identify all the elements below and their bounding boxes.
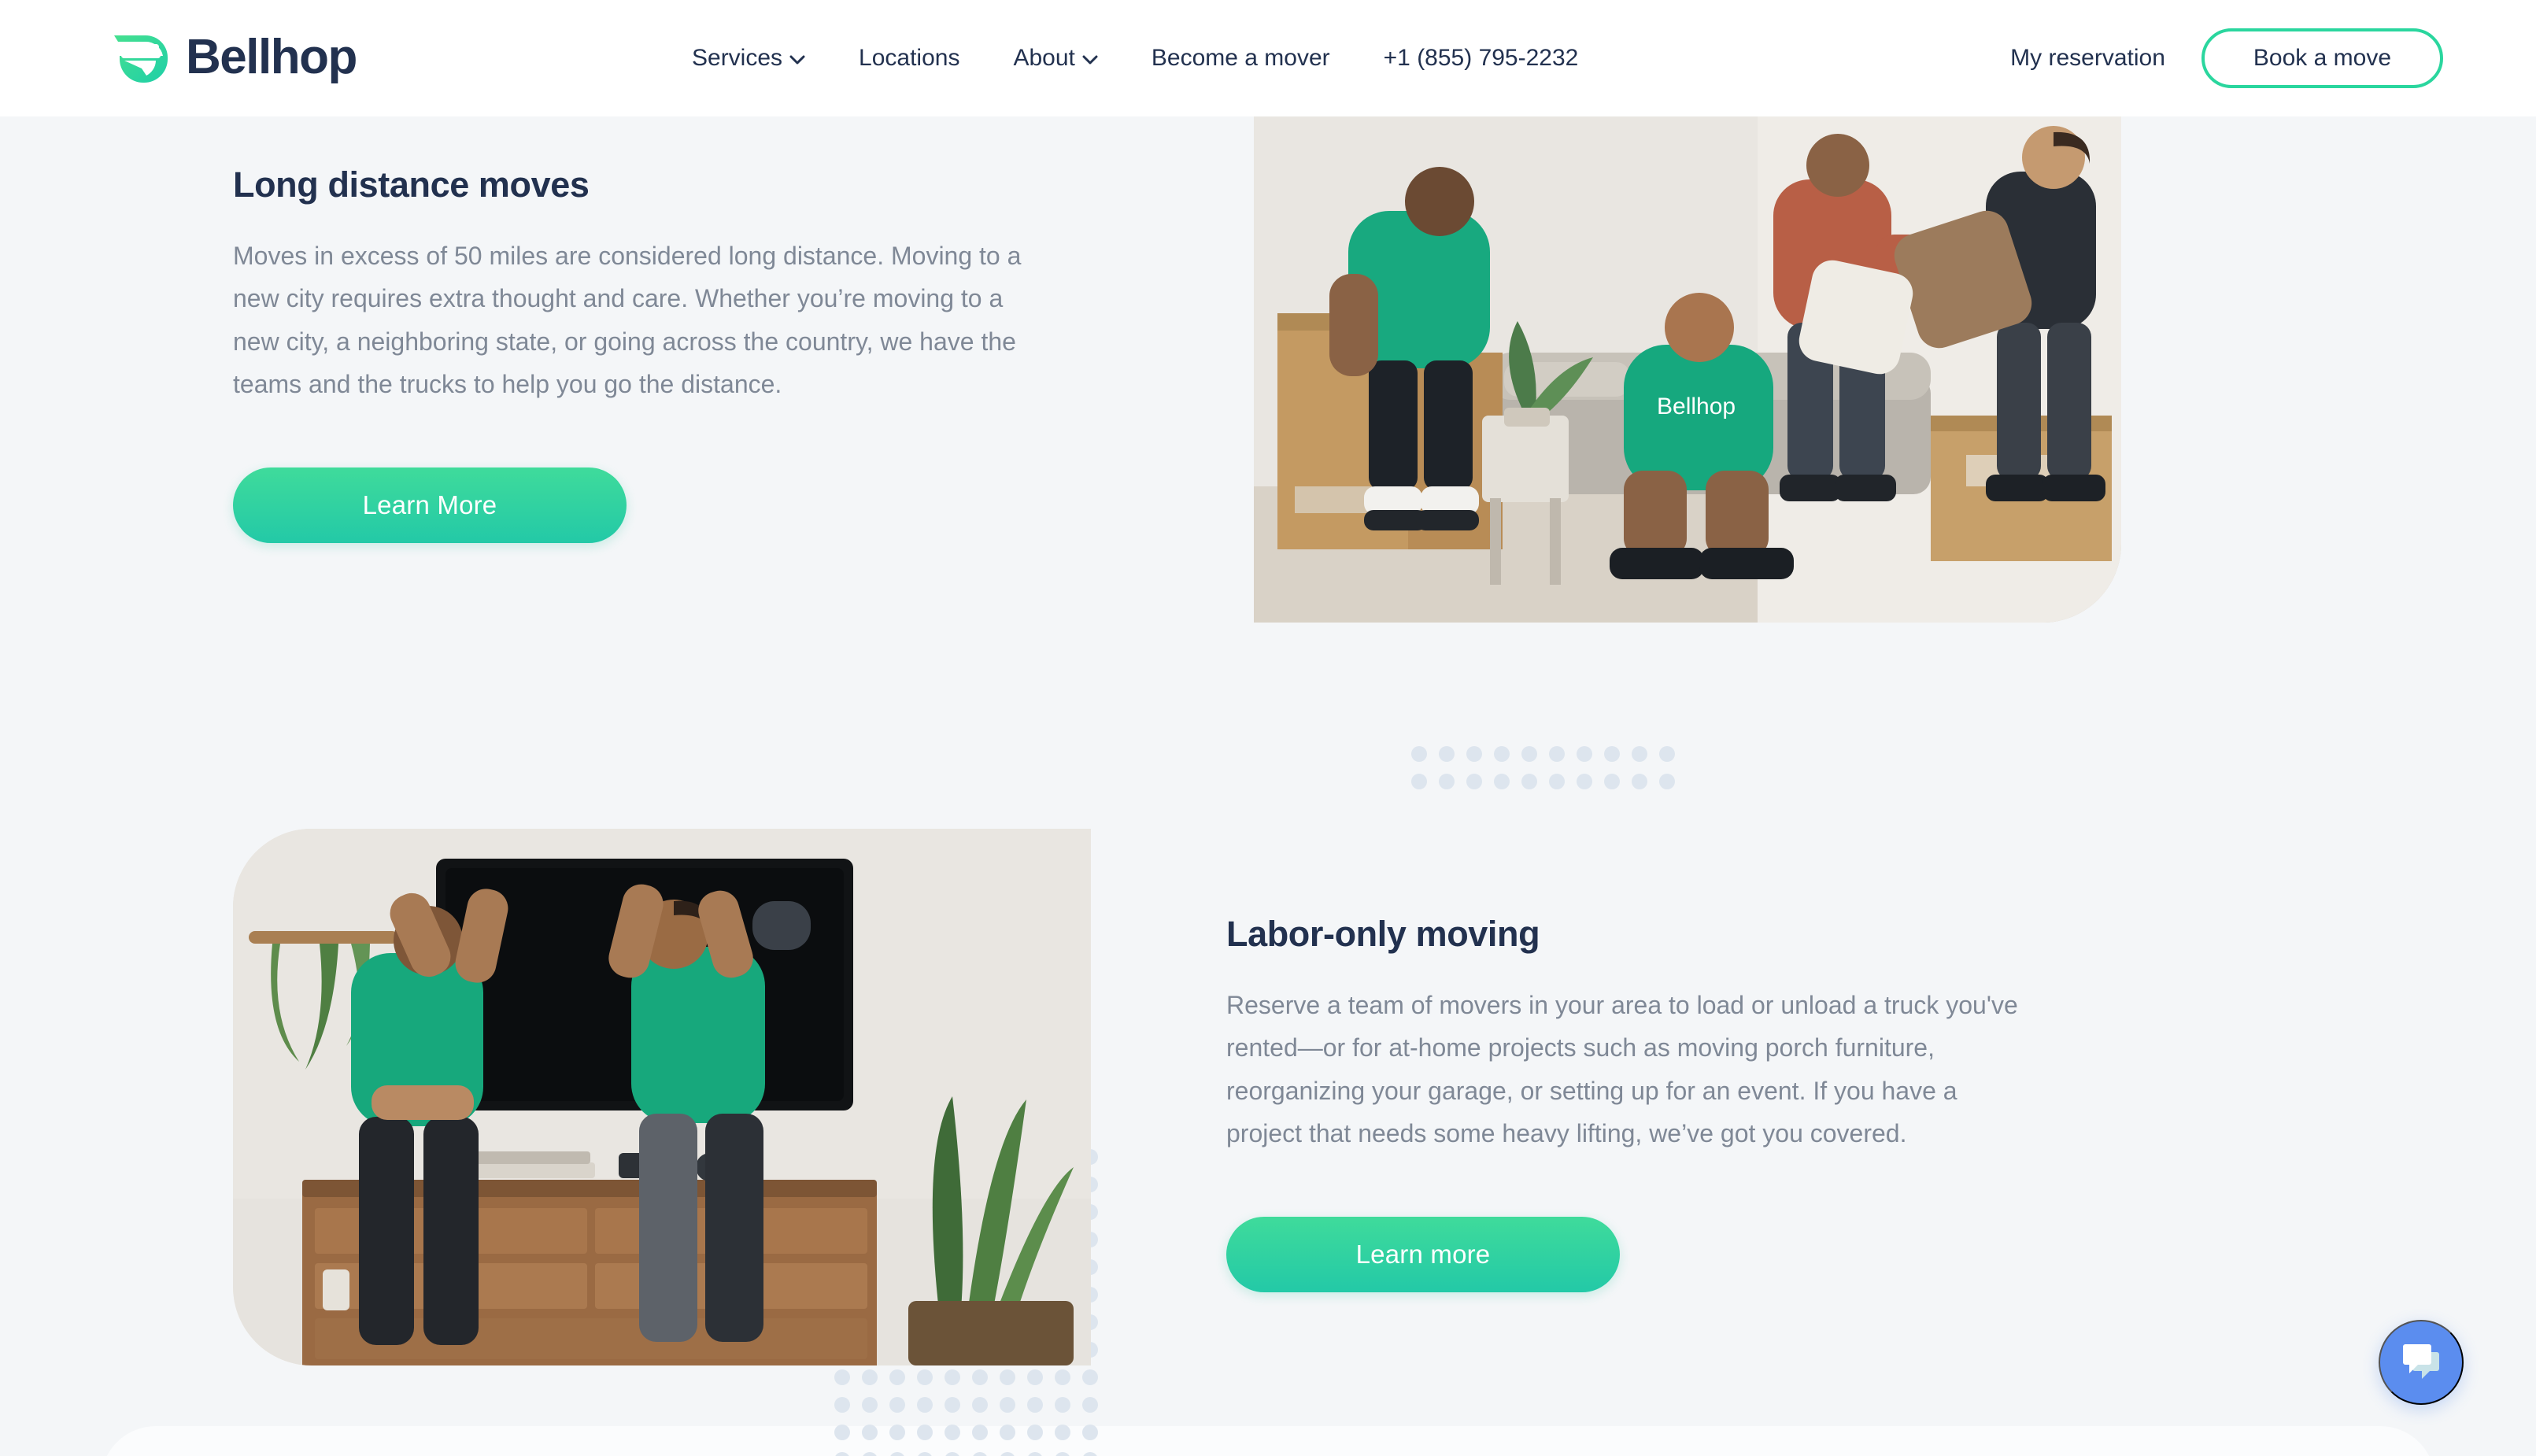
decorative-dot-grid (1411, 746, 1695, 793)
decorative-dot (1521, 774, 1537, 789)
section-paragraph: Reserve a team of movers in your area to… (1226, 991, 2018, 1148)
long-distance-learn-more-button[interactable]: Learn More (233, 467, 627, 543)
nav-item-label: Services (692, 45, 783, 71)
decorative-dot (862, 1369, 878, 1385)
decorative-dot (889, 1369, 905, 1385)
long-distance-section: Long distance moves Moves in excess of 5… (0, 116, 2536, 825)
decorative-dot (917, 1452, 933, 1456)
book-a-move-button[interactable]: Book a move (2201, 28, 2443, 88)
decorative-dot (834, 1397, 850, 1413)
decorative-dot (1055, 1452, 1070, 1456)
decorative-dot (1411, 774, 1427, 789)
decorative-dot (972, 1425, 988, 1440)
decorative-dot (1082, 1397, 1098, 1413)
chat-widget-button[interactable] (2379, 1320, 2464, 1405)
nav-item-about[interactable]: About (986, 46, 1124, 70)
decorative-dot (834, 1425, 850, 1440)
decorative-dot (917, 1397, 933, 1413)
chevron-down-icon (1082, 55, 1098, 65)
decorative-dot (945, 1425, 960, 1440)
primary-navigation: Services Locations About Become a mover … (665, 0, 1605, 116)
site-header: Bellhop Services Locations About Become … (0, 0, 2536, 116)
decorative-dot (1521, 746, 1537, 762)
decorative-dot (1000, 1452, 1015, 1456)
decorative-dot (1659, 746, 1675, 762)
section-paragraph: Moves in excess of 50 miles are consider… (233, 242, 1022, 399)
nav-item-label: Locations (859, 45, 960, 71)
decorative-dot (889, 1397, 905, 1413)
decorative-dot (1604, 774, 1620, 789)
decorative-dot (945, 1452, 960, 1456)
decorative-dot (1082, 1452, 1098, 1456)
chevron-down-icon (789, 55, 805, 65)
decorative-dot (1411, 746, 1427, 762)
decorative-dot (972, 1397, 988, 1413)
decorative-dot (834, 1452, 850, 1456)
decorative-dot (1082, 1425, 1098, 1440)
decorative-dot (1000, 1425, 1015, 1440)
section-heading: Labor-only moving (1226, 914, 1540, 954)
decorative-dot (972, 1369, 988, 1385)
decorative-dot (889, 1425, 905, 1440)
brand-logo[interactable]: Bellhop (110, 24, 357, 91)
decorative-dot (1549, 774, 1565, 789)
decorative-dot (1027, 1425, 1043, 1440)
decorative-dot (1466, 746, 1482, 762)
photo-illustration (233, 829, 1091, 1365)
svg-text:Bellhop: Bellhop (1657, 394, 1736, 419)
nav-item-services[interactable]: Services (665, 46, 832, 70)
decorative-dot (834, 1369, 850, 1385)
decorative-dot (1604, 746, 1620, 762)
decorative-dot (862, 1452, 878, 1456)
decorative-dot (1055, 1369, 1070, 1385)
decorative-dot (1000, 1369, 1015, 1385)
decorative-dot (1027, 1397, 1043, 1413)
decorative-dot (1027, 1452, 1043, 1456)
decorative-dot (1000, 1397, 1015, 1413)
decorative-dot (917, 1425, 933, 1440)
nav-item-label: Become a mover (1151, 45, 1330, 71)
decorative-dot (1632, 746, 1647, 762)
decorative-dot (1632, 774, 1647, 789)
long-distance-copy: Long distance moves Moves in excess of 5… (233, 164, 1067, 543)
decorative-dot (1659, 774, 1675, 789)
decorative-dot (1082, 1369, 1098, 1385)
labor-only-section: Labor-only moving Reserve a team of move… (0, 803, 2536, 1456)
decorative-dot (1439, 746, 1455, 762)
labor-only-learn-more-button[interactable]: Learn more (1226, 1216, 1620, 1292)
decorative-dot (862, 1397, 878, 1413)
long-distance-photo: Bellhop (1254, 116, 2121, 623)
decorative-dot (1055, 1397, 1070, 1413)
section-heading: Long distance moves (233, 164, 590, 205)
decorative-dot (1577, 746, 1592, 762)
decorative-dot (1055, 1425, 1070, 1440)
decorative-dot (1027, 1369, 1043, 1385)
decorative-dot (889, 1452, 905, 1456)
nav-item-label: +1 (855) 795-2232 (1383, 45, 1579, 71)
my-reservation-link[interactable]: My reservation (2010, 46, 2165, 70)
decorative-dot (917, 1369, 933, 1385)
nav-item-phone-number[interactable]: +1 (855) 795-2232 (1357, 46, 1606, 70)
decorative-dot (1549, 746, 1565, 762)
nav-item-locations[interactable]: Locations (832, 46, 986, 70)
labor-only-copy: Labor-only moving Reserve a team of move… (1226, 913, 2061, 1292)
nav-item-label: About (1013, 45, 1075, 71)
chat-bubbles-icon (2398, 1341, 2444, 1384)
decorative-dot (972, 1452, 988, 1456)
decorative-dot (862, 1425, 878, 1440)
header-actions: My reservation Book a move (2010, 0, 2443, 116)
decorative-dot (945, 1369, 960, 1385)
next-section-panel (101, 1426, 2435, 1456)
bellhop-wing-logo-icon (110, 29, 175, 86)
decorative-dot (1439, 774, 1455, 789)
photo-illustration: Bellhop (1254, 116, 2121, 623)
decorative-dot (1577, 774, 1592, 789)
labor-only-photo (233, 829, 1091, 1365)
brand-wordmark: Bellhop (186, 30, 357, 84)
nav-item-become-a-mover[interactable]: Become a mover (1125, 46, 1357, 70)
decorative-dot (945, 1397, 960, 1413)
decorative-dot (1494, 774, 1510, 789)
decorative-dot (1466, 774, 1482, 789)
decorative-dot (1494, 746, 1510, 762)
